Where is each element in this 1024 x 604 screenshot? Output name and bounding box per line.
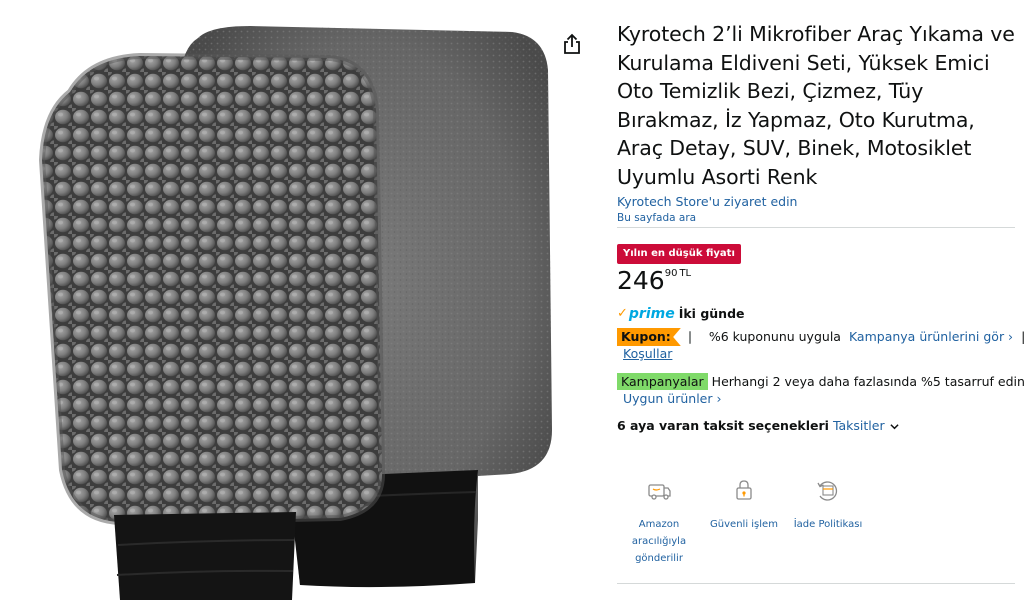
share-button[interactable] (561, 32, 583, 56)
deal-badge: Yılın en düşük fiyatı (617, 244, 741, 264)
product-info: Kyrotech 2’li Mikrofiber Araç Yıkama ve … (617, 20, 1024, 434)
return-box-icon (817, 481, 838, 501)
price-fraction: 90 (664, 268, 678, 279)
installment-link[interactable]: Taksitler (833, 418, 885, 434)
product-title: Kyrotech 2’li Mikrofiber Araç Yıkama ve … (617, 22, 1015, 189)
feature-label: Güvenli işlem (710, 519, 778, 530)
prime-delivery: ✓ prime İki günde (617, 306, 1017, 322)
prime-check-icon: ✓ (617, 306, 628, 321)
feature-label: İade Politikası (793, 519, 863, 530)
coupon-text: %6 kuponunu uygula (708, 329, 841, 344)
search-page-link[interactable]: Bu sayfada ara (617, 211, 1017, 225)
store-link[interactable]: Kyrotech Store'u ziyaret edin (617, 194, 1017, 210)
prime-delivery-text: İki günde (678, 306, 745, 321)
product-image[interactable] (0, 0, 600, 604)
campaign-row: Kampanyalar Herhangi 2 veya daha fazlasın… (617, 373, 1024, 390)
price-whole: 246 (617, 266, 665, 295)
coupon-checkbox[interactable] (688, 330, 691, 344)
feature-secure-transaction[interactable]: Güvenli işlem (704, 476, 784, 533)
price: 24690 TL (617, 267, 1017, 295)
prime-logo[interactable]: prime (629, 306, 675, 322)
lock-icon (736, 480, 752, 500)
campaign-text: Herhangi 2 veya daha fazlasında %5 tasar… (711, 374, 1024, 389)
price-currency: TL (679, 268, 692, 279)
feature-icons: Amazon aracılığıyla gönderilir Güvenli i… (617, 476, 917, 576)
chevron-down-icon[interactable] (890, 422, 899, 431)
eligible-products-link[interactable]: Uygun ürünler › (623, 391, 1017, 407)
coupon-row: Kupon: %6 kuponunu uygula Kampanya ürünl… (617, 328, 1024, 346)
feature-label: Amazon aracılığıyla gönderilir (631, 519, 687, 564)
divider (617, 583, 1015, 584)
truck-box-icon (648, 484, 671, 500)
campaign-products-link[interactable]: Kampanya ürünlerini gör › (849, 328, 1013, 346)
share-icon (564, 33, 580, 54)
feature-fulfilled-by-amazon[interactable]: Amazon aracılığıyla gönderilir (619, 476, 699, 567)
terms-link[interactable]: Koşullar (623, 346, 1017, 362)
coupon-badge: Kupon: (617, 328, 681, 346)
divider (617, 227, 1015, 228)
installment-label: 6 aya varan taksit seçenekleri (617, 418, 829, 433)
installment-row: 6 aya varan taksit seçenekleri Taksitler (617, 418, 1017, 434)
feature-return-policy[interactable]: İade Politikası (788, 476, 868, 533)
campaign-badge: Kampanyalar (617, 373, 708, 390)
